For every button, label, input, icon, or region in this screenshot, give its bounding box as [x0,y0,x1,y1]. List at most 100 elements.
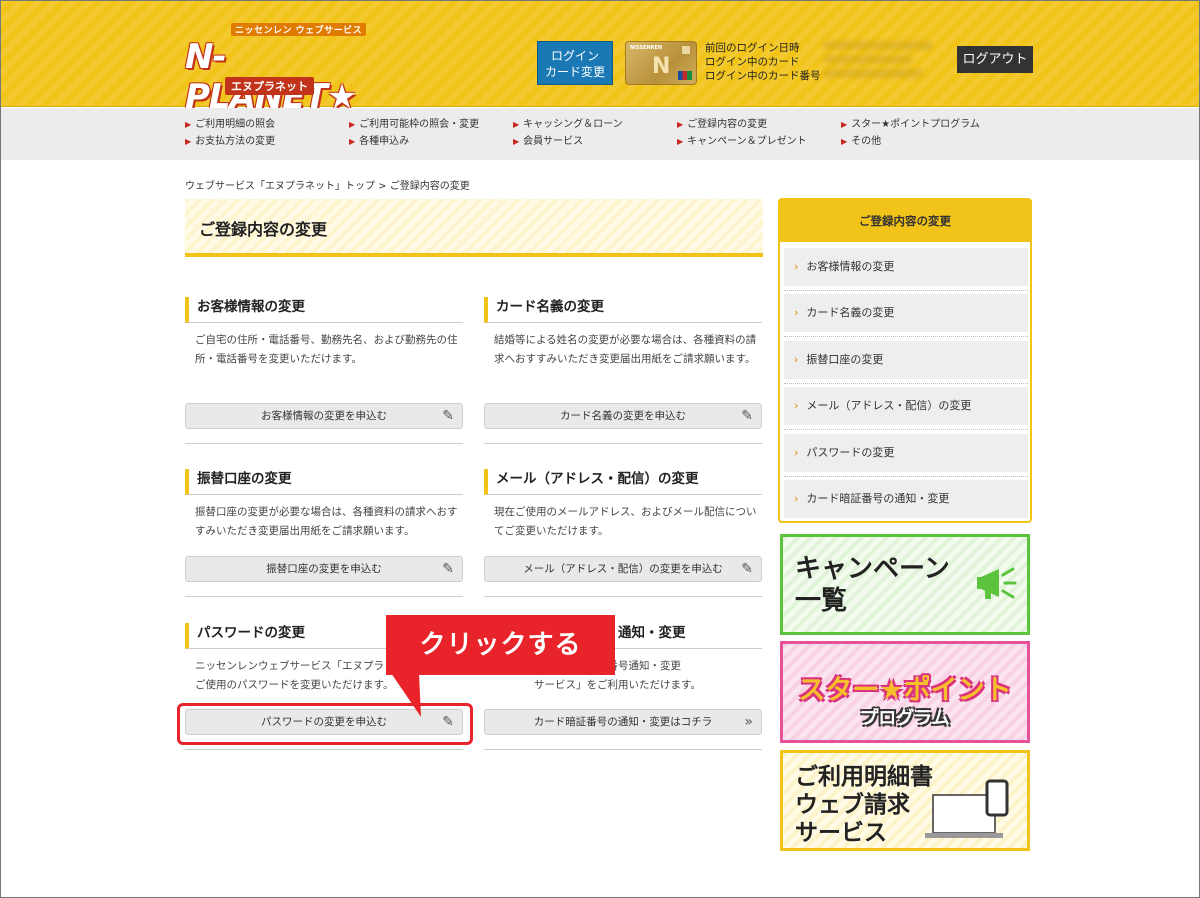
divider [784,429,1028,430]
divider [484,443,762,444]
apply-card-name-button[interactable]: カード名義の変更を申込む ✎ [484,403,762,429]
sidebar-item-label: お客様情報の変更 [806,260,895,273]
nav-item-label: ご利用可能枠の照会・変更 [359,119,480,130]
triangle-right-icon: ▶ [513,137,520,146]
page-frame: ニッセンレン ウェブサービス N-PLANET★ エヌプラネット ログイン カー… [0,0,1200,898]
star-banner-subtitle: プログラム [860,708,950,729]
section-title: メール（アドレス・配信）の変更 [484,469,762,495]
nav-item-cashing-loan[interactable]: ▶ キャッシング＆ローン [513,118,677,132]
pin-notify-link-button[interactable]: カード暗証番号の通知・変更はコチラ » [484,709,762,735]
divider [784,336,1028,337]
sidebar-item-customer-info[interactable]: › お客様情報の変更 [784,248,1028,286]
sidebar-item-card-name[interactable]: › カード名義の変更 [784,294,1028,332]
section-desc: 結婚等による姓名の変更が必要な場合は、各種資料の請求へおすすみいただき変更届出用… [494,334,757,365]
web-billing-service-banner[interactable]: ご利用明細書 ウェブ請求 サービス [780,750,1030,851]
chevron-right-icon: › [794,446,799,459]
nav-item-label: 会員サービス [523,136,584,147]
triangle-right-icon: ▶ [677,137,684,146]
divider [484,596,762,597]
triangle-right-icon: ▶ [513,120,520,129]
nav-item-payment-method[interactable]: ▶ お支払方法の変更 [185,135,349,149]
sidebar-item-password[interactable]: › パスワードの変更 [784,434,1028,472]
laptop-phone-icon [925,779,1009,838]
nav-item-label: キャッシング＆ローン [523,119,623,130]
section-title: 振替口座の変更 [185,469,463,495]
section-desc: 振替口座の変更が必要な場合は、各種資料の請求へおすすみいただき変更届出用紙をご請… [195,506,458,537]
chevron-right-icon: › [794,306,799,319]
button-label: カード暗証番号の通知・変更はコチラ [533,716,713,728]
divider [484,749,762,750]
nav-item-applications[interactable]: ▶ 各種申込み [349,135,513,149]
triangle-right-icon: ▶ [349,120,356,129]
card-chip-icon [682,46,690,54]
card-n-logo-icon: N [652,54,671,79]
star-point-program-banner[interactable]: スター★ポイント プログラム [780,641,1030,743]
campaign-banner[interactable]: キャンペーン 一覧 [780,534,1030,635]
triangle-right-icon: ▶ [677,120,684,129]
nav-item-credit-limit[interactable]: ▶ ご利用可能枠の照会・変更 [349,118,513,132]
campaign-banner-text: キャンペーン 一覧 [795,554,950,616]
sidebar-item-pin[interactable]: › カード暗証番号の通知・変更 [784,480,1028,518]
button-label: お客様情報の変更を申込む [261,410,387,422]
sidebar-item-bank-account[interactable]: › 振替口座の変更 [784,341,1028,379]
edit-icon: ✎ [741,561,753,577]
page-title: ご登録内容の変更 [199,220,328,239]
sidebar-item-label: カード名義の変更 [806,306,895,319]
page-title-box: ご登録内容の変更 [185,199,763,257]
global-nav: ▶ ご利用明細の照会 ▶ ご利用可能枠の照会・変更 ▶ キャッシング＆ローン ▶ ご登録内容の… [1,108,1199,160]
current-card-label: ログイン中のカード [705,56,800,68]
sidebar-item-label: パスワードの変更 [806,446,895,459]
divider [784,290,1028,291]
click-here-callout: クリックする [386,615,615,675]
section-customer-info: お客様情報の変更 ご自宅の住所・電話番号、勤務先名、および勤務先の住所・電話番号… [185,297,463,379]
apply-bank-account-button[interactable]: 振替口座の変更を申込む ✎ [185,556,463,582]
section-title: カード名義の変更 [484,297,762,323]
logo-kana: エヌプラネット [225,77,314,95]
bill-banner-text: ご利用明細書 ウェブ請求 サービス [795,764,933,846]
divider [185,749,463,750]
card-brand-label: NISSENREN [630,45,663,51]
triangle-right-icon: ▶ [349,137,356,146]
nav-item-star-point[interactable]: ▶ スター★ポイントプログラム [841,118,1005,132]
star-banner-title: スター★ポイント [798,675,1012,706]
divider [185,443,463,444]
sidebar-item-label: メール（アドレス・配信）の変更 [806,399,972,412]
apply-customer-info-button[interactable]: お客様情報の変更を申込む ✎ [185,403,463,429]
double-chevron-right-icon: » [744,714,753,730]
nav-item-statement-inquiry[interactable]: ▶ ご利用明細の照会 [185,118,349,132]
button-label: メール（アドレス・配信）の変更を申込む [523,563,723,575]
edit-icon: ✎ [741,408,753,424]
triangle-right-icon: ▶ [841,120,848,129]
divider [784,383,1028,384]
sidebar-menu: ご登録内容の変更 › お客様情報の変更 › カード名義の変更 › 振替口座の変更 › メ… [778,198,1032,523]
section-desc: ご自宅の住所・電話番号、勤務先名、および勤務先の住所・電話番号を変更いただけます… [195,334,458,365]
nav-item-label: お支払方法の変更 [195,136,276,147]
chevron-right-icon: › [794,492,799,505]
logo-subtitle: ニッセンレン ウェブサービス [231,23,367,36]
site-logo[interactable]: ニッセンレン ウェブサービス N-PLANET★ エヌプラネット [185,21,385,117]
nav-item-registration-change[interactable]: ▶ ご登録内容の変更 [677,118,841,132]
button-label: カード名義の変更を申込む [560,410,686,422]
nav-item-label: ご登録内容の変更 [687,119,768,130]
nav-item-campaign-present[interactable]: ▶ キャンペーン＆プレゼント [677,135,841,149]
sidebar-item-label: 振替口座の変更 [806,353,884,366]
current-card-number-label: ログイン中のカード番号 [705,70,821,82]
chevron-right-icon: › [794,399,799,412]
blurred-login-values [823,41,943,87]
nav-item-label: スター★ポイントプログラム [851,119,980,130]
last-login-label: 前回のログイン日時 [705,42,800,54]
sidebar-item-email[interactable]: › メール（アドレス・配信）の変更 [784,387,1028,425]
login-card-change-button[interactable]: ログイン カード変更 [537,41,613,85]
section-card-name: カード名義の変更 結婚等による姓名の変更が必要な場合は、各種資料の請求へおすすみ… [484,297,762,379]
section-title: お客様情報の変更 [185,297,463,323]
edit-icon: ✎ [442,408,454,424]
credit-card-image: NISSENREN N [625,41,697,85]
apply-email-button[interactable]: メール（アドレス・配信）の変更を申込む ✎ [484,556,762,582]
nav-item-member-services[interactable]: ▶ 会員サービス [513,135,677,149]
logout-button[interactable]: ログアウト [957,46,1033,73]
nav-item-other[interactable]: ▶ その他 [841,135,1005,149]
jcb-logo-icon [678,71,692,80]
divider [784,476,1028,477]
button-label: 振替口座の変更を申込む [266,563,382,575]
nav-item-label: キャンペーン＆プレゼント [687,136,807,147]
